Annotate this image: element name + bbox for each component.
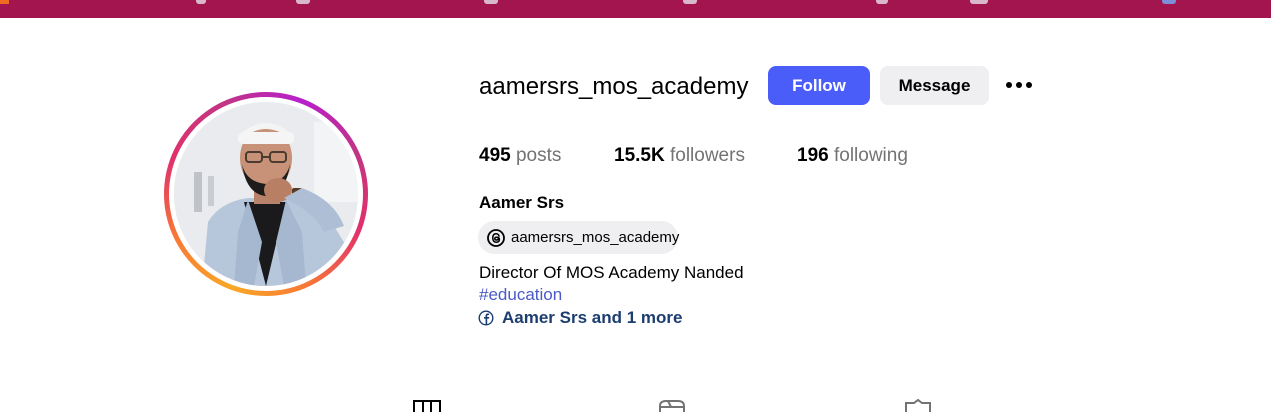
profile-username: aamersrs_mos_academy	[479, 73, 749, 100]
bio-hashtag-link[interactable]: #education	[479, 284, 562, 306]
tagged-icon[interactable]	[904, 398, 932, 412]
links-summary: Aamer Srs and 1 more	[502, 308, 683, 327]
more-horizontal-icon	[1006, 82, 1012, 88]
bookmark-icon[interactable]	[1162, 0, 1176, 4]
followers-stat[interactable]: 15.5K followers	[614, 144, 745, 168]
bookmark-icon[interactable]	[196, 0, 206, 4]
following-count: 196	[797, 145, 829, 166]
more-horizontal-icon	[1026, 82, 1032, 88]
message-button[interactable]: Message	[880, 66, 989, 105]
profile-bio: Director Of MOS Academy Nanded	[479, 263, 744, 282]
followers-label: followers	[669, 145, 745, 166]
posts-stat: 495 posts	[479, 144, 561, 168]
more-horizontal-icon	[1016, 82, 1022, 88]
facebook-icon	[478, 310, 494, 326]
avatar-border	[169, 97, 363, 291]
follow-button[interactable]: Follow	[768, 66, 870, 105]
threads-handle: aamersrs_mos_academy	[511, 229, 680, 246]
more-options-button[interactable]	[1003, 76, 1035, 96]
browser-favicon	[0, 0, 9, 4]
profile-avatar-story-ring[interactable]	[164, 92, 368, 296]
avatar	[174, 102, 358, 286]
followers-count: 15.5K	[614, 145, 665, 166]
grid-icon[interactable]	[413, 398, 441, 412]
profile-full-name: Aamer Srs	[479, 193, 565, 212]
browser-bookmarks-bar	[0, 0, 1271, 18]
bookmark-icon[interactable]	[683, 0, 697, 4]
posts-label: posts	[515, 145, 562, 166]
following-stat[interactable]: 196 following	[797, 144, 908, 168]
bookmark-icon[interactable]	[970, 0, 988, 4]
reels-icon[interactable]	[658, 398, 686, 412]
following-label: following	[833, 145, 908, 166]
threads-icon	[487, 229, 505, 247]
bookmark-icon[interactable]	[876, 0, 888, 4]
bookmark-icon[interactable]	[484, 0, 498, 4]
posts-count: 495	[479, 145, 511, 166]
bookmark-icon[interactable]	[296, 0, 310, 4]
threads-badge-link[interactable]: aamersrs_mos_academy	[478, 221, 680, 254]
avatar-photo-illustration	[174, 102, 358, 286]
